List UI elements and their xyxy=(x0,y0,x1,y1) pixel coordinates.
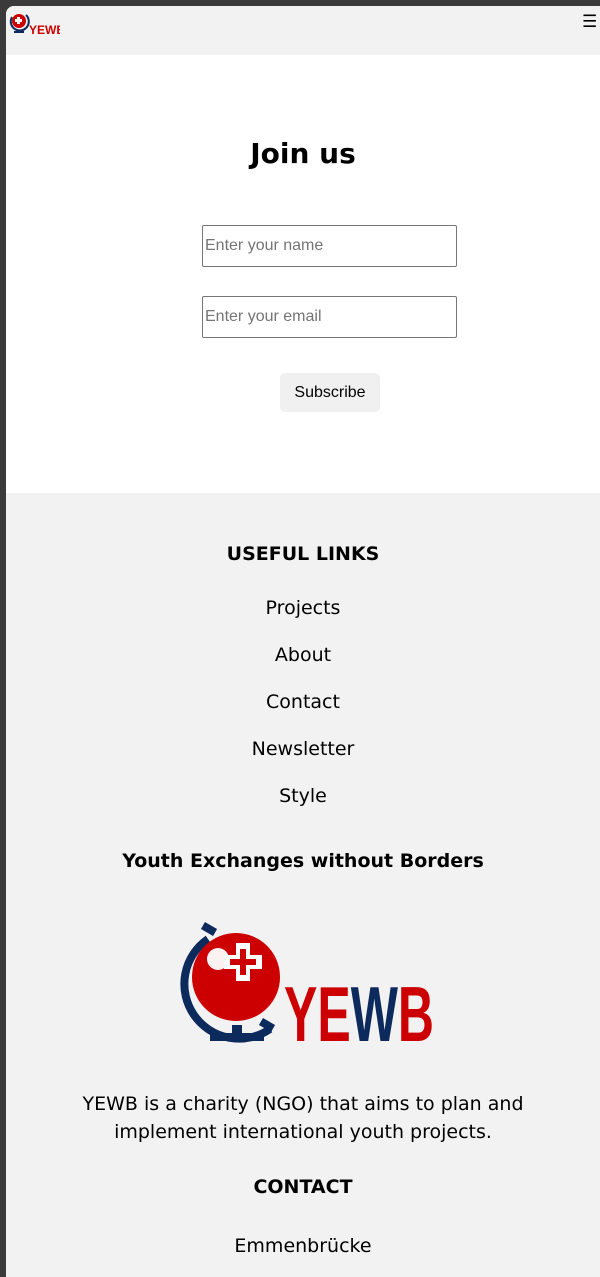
footer-link-style[interactable]: Style xyxy=(6,785,600,807)
yewb-large-logo: YEWB xyxy=(180,922,434,1055)
subscribe-button[interactable]: Subscribe xyxy=(280,373,380,412)
footer-link-about[interactable]: About xyxy=(6,644,600,666)
svg-text:YEWB: YEWB xyxy=(29,23,60,37)
join-title: Join us xyxy=(250,137,356,170)
page: YEWB ☰ Join us Subscribe USEFUL LINKS Pr… xyxy=(6,6,600,1277)
svg-text:YEWB: YEWB xyxy=(284,970,434,1055)
top-navbar: YEWB ☰ xyxy=(6,6,600,55)
contact-heading: CONTACT xyxy=(253,1176,353,1198)
hamburger-menu-icon[interactable]: ☰ xyxy=(582,14,598,31)
name-input[interactable] xyxy=(202,225,457,267)
join-section: Join us Subscribe xyxy=(6,55,600,493)
contact-city: Emmenbrücke xyxy=(234,1235,372,1257)
email-input[interactable] xyxy=(202,296,457,338)
footer-link-newsletter[interactable]: Newsletter xyxy=(6,738,600,760)
yewb-logo[interactable]: YEWB xyxy=(8,11,60,37)
footer-link-contact[interactable]: Contact xyxy=(6,691,600,713)
org-name-heading: Youth Exchanges without Borders xyxy=(122,850,484,872)
footer-link-projects[interactable]: Projects xyxy=(6,597,600,619)
useful-links-heading: USEFUL LINKS xyxy=(226,543,380,565)
org-description: YEWB is a charity (NGO) that aims to pla… xyxy=(82,1093,524,1143)
footer: USEFUL LINKS Projects About Contact News… xyxy=(6,493,600,1277)
